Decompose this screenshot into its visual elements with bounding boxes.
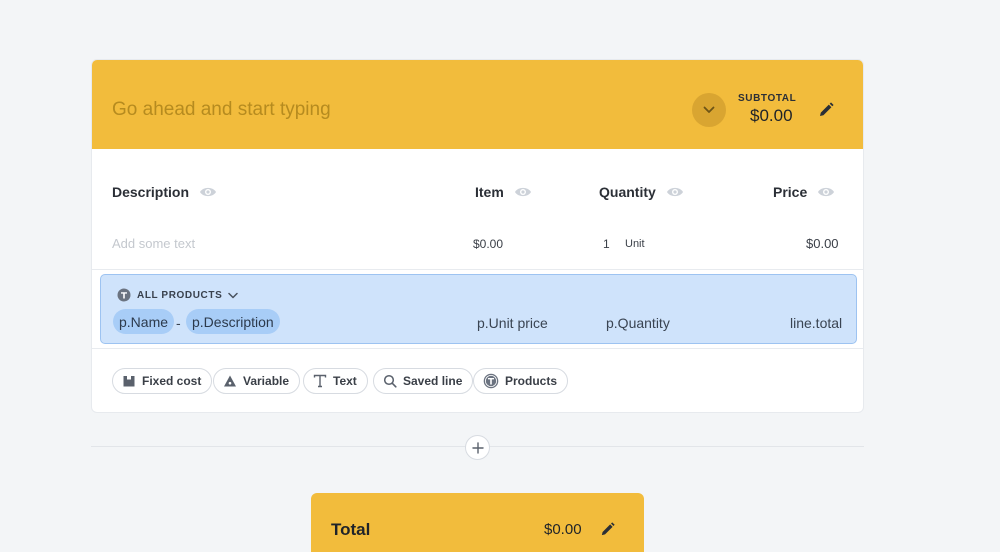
pencil-icon[interactable] [817, 101, 835, 119]
eye-icon[interactable] [514, 186, 532, 198]
line-total[interactable]: line.total [790, 315, 842, 331]
row-divider [92, 348, 863, 349]
line-price-value[interactable]: $0.00 [806, 236, 839, 251]
product-unit-price[interactable]: p.Unit price [477, 315, 548, 331]
product-name-chip[interactable]: p.Name [113, 309, 175, 334]
variable-icon [224, 375, 236, 387]
eye-icon[interactable] [666, 186, 684, 198]
button-label: Fixed cost [142, 374, 202, 388]
add-variable-button[interactable]: Variable [213, 368, 301, 394]
line-quantity-value[interactable]: 1 [603, 237, 610, 251]
line-items-card: Go ahead and start typing SUBTOTAL $0.00… [91, 59, 864, 413]
chevron-down-icon [703, 106, 715, 113]
card-header: Go ahead and start typing SUBTOTAL $0.00 [92, 60, 863, 149]
products-source-label: ALL PRODUCTS [137, 289, 223, 301]
product-description-chip[interactable]: p.Description [186, 309, 280, 334]
button-label: Saved line [403, 374, 463, 388]
section-title-input[interactable]: Go ahead and start typing [112, 99, 331, 121]
products-source-selector[interactable]: ALL PRODUCTS [117, 288, 239, 302]
chip-separator: - [176, 315, 181, 331]
column-label: Price [773, 184, 808, 200]
subtotal-value: $0.00 [750, 106, 793, 125]
button-label: Products [505, 374, 558, 388]
add-fixed-cost-button[interactable]: Fixed cost [112, 368, 213, 394]
line-description-input[interactable]: Add some text [112, 236, 195, 251]
total-card: Total $0.00 [311, 493, 644, 552]
line-item-value[interactable]: $0.00 [473, 237, 503, 251]
products-icon [483, 373, 499, 389]
subtotal-label: SUBTOTAL [738, 93, 797, 104]
total-value: $0.00 [544, 521, 582, 538]
total-label: Total [331, 520, 371, 539]
chevron-down-icon [228, 292, 239, 298]
search-icon [383, 374, 397, 388]
add-section-button[interactable] [465, 435, 490, 460]
button-label: Variable [243, 374, 290, 388]
text-icon [313, 374, 327, 388]
column-header-description: Description [112, 184, 217, 200]
add-text-button[interactable]: Text [303, 368, 368, 394]
column-header-item: Item [475, 184, 532, 200]
add-products-button[interactable]: Products [473, 368, 569, 394]
product-quantity[interactable]: p.Quantity [606, 315, 670, 331]
column-header-price: Price [773, 184, 835, 200]
products-icon [117, 288, 131, 302]
collapse-button[interactable] [692, 93, 726, 127]
column-header-quantity: Quantity [599, 184, 684, 200]
add-saved-line-button[interactable]: Saved line [373, 368, 474, 394]
plus-icon [471, 441, 484, 454]
column-label: Item [475, 184, 504, 200]
column-label: Quantity [599, 184, 656, 200]
button-label: Text [333, 374, 357, 388]
fixed-cost-icon [123, 376, 135, 387]
eye-icon[interactable] [199, 186, 217, 198]
pencil-icon[interactable] [599, 521, 616, 538]
eye-icon[interactable] [817, 186, 835, 198]
column-label: Description [112, 184, 190, 200]
products-line-row[interactable]: ALL PRODUCTS p.Name - p.Description p.Un… [100, 274, 857, 344]
line-unit-value[interactable]: Unit [625, 238, 645, 250]
row-divider [92, 269, 863, 270]
